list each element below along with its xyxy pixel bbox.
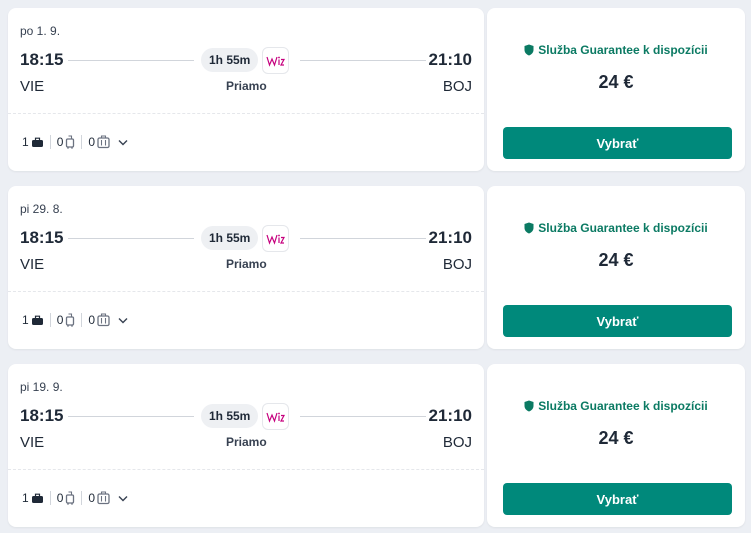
flight-date: po 1. 9. — [20, 24, 61, 38]
cabin-bag-icon — [66, 491, 75, 505]
personal-item: 1 — [22, 313, 44, 327]
price: 24 € — [598, 72, 634, 92]
guarantee-text: Služba Guarantee k dispozícii — [538, 221, 708, 235]
chevron-down-icon[interactable] — [118, 317, 128, 324]
baggage-separator — [49, 313, 51, 327]
wizzair-logo-icon — [262, 225, 289, 252]
route-line — [300, 416, 426, 417]
route-line — [68, 60, 194, 61]
departure-airport: VIE — [20, 78, 45, 95]
baggage-summary[interactable]: 1 0 0 — [22, 488, 128, 508]
baggage-summary[interactable]: 1 0 0 — [22, 132, 128, 152]
departure-time: 18:15 — [20, 228, 64, 247]
select-button[interactable]: Vybrať — [503, 483, 732, 515]
checked-bag: 0 — [88, 135, 110, 149]
cabin-bag-icon — [66, 313, 75, 327]
route-line — [300, 238, 426, 239]
route-line — [68, 238, 194, 239]
card-divider — [8, 113, 484, 114]
select-button[interactable]: Vybrať — [503, 305, 732, 337]
cabin-bag-icon — [66, 135, 75, 149]
flight-date: pi 29. 8. — [20, 202, 63, 216]
checked-bag-icon — [97, 313, 110, 327]
personal-item-count: 1 — [22, 313, 29, 327]
departure-time: 18:15 — [20, 50, 64, 69]
shield-icon — [524, 400, 534, 412]
card-divider — [8, 291, 484, 292]
guarantee-text: Služba Guarantee k dispozícii — [538, 43, 708, 57]
arrival-airport: BOJ — [442, 434, 472, 451]
itinerary-panel[interactable]: pi 19. 9. 18:15 1h 55m 21:10 VIE Priamo … — [8, 364, 484, 527]
guarantee-badge: Služba Guarantee k dispozícii — [487, 399, 745, 413]
flight-date: pi 19. 9. — [20, 380, 63, 394]
baggage-separator — [49, 135, 51, 149]
personal-item-icon — [31, 315, 43, 325]
stops-label: Priamo — [226, 435, 267, 449]
select-button[interactable]: Vybrať — [503, 127, 732, 159]
route-line — [68, 416, 194, 417]
cabin-bag: 0 — [57, 491, 76, 505]
guarantee-badge: Služba Guarantee k dispozícii — [487, 221, 745, 235]
price-panel: Služba Guarantee k dispozícii 24 € Vybra… — [487, 186, 745, 349]
checked-bag-icon — [97, 135, 110, 149]
duration-badge: 1h 55m — [201, 48, 259, 72]
checked-bag-count: 0 — [88, 135, 96, 149]
personal-item-count: 1 — [22, 135, 29, 149]
arrival-time: 21:10 — [428, 406, 472, 425]
cabin-bag-count: 0 — [56, 491, 64, 505]
price-panel: Služba Guarantee k dispozícii 24 € Vybra… — [487, 364, 745, 527]
stops-label: Priamo — [226, 79, 267, 93]
flight-results-list: po 1. 9. 18:15 1h 55m 21:10 VIE Priamo B… — [0, 0, 751, 533]
guarantee-text: Služba Guarantee k dispozícii — [538, 399, 708, 413]
wizzair-logo-icon — [262, 403, 289, 430]
card-divider — [8, 469, 484, 470]
arrival-airport: BOJ — [442, 256, 472, 273]
baggage-separator — [49, 491, 51, 505]
personal-item-count: 1 — [22, 491, 29, 505]
itinerary-panel[interactable]: po 1. 9. 18:15 1h 55m 21:10 VIE Priamo B… — [8, 8, 484, 171]
flight-card[interactable]: po 1. 9. 18:15 1h 55m 21:10 VIE Priamo B… — [8, 8, 745, 171]
price: 24 € — [598, 428, 634, 448]
checked-bag: 0 — [88, 491, 110, 505]
baggage-separator — [81, 135, 83, 149]
flight-card[interactable]: pi 19. 9. 18:15 1h 55m 21:10 VIE Priamo … — [8, 364, 745, 527]
cabin-bag-count: 0 — [56, 313, 64, 327]
baggage-separator — [81, 491, 83, 505]
cabin-bag-count: 0 — [56, 135, 64, 149]
duration-badge: 1h 55m — [201, 404, 259, 428]
arrival-airport: BOJ — [442, 78, 472, 95]
departure-time: 18:15 — [20, 406, 64, 425]
stops-label: Priamo — [226, 257, 267, 271]
price: 24 € — [598, 250, 634, 270]
checked-bag-count: 0 — [88, 313, 96, 327]
cabin-bag: 0 — [57, 313, 76, 327]
guarantee-badge: Služba Guarantee k dispozícii — [487, 43, 745, 57]
price-panel: Služba Guarantee k dispozícii 24 € Vybra… — [487, 8, 745, 171]
shield-icon — [524, 44, 534, 56]
arrival-time: 21:10 — [428, 50, 472, 69]
arrival-time: 21:10 — [428, 228, 472, 247]
cabin-bag: 0 — [57, 135, 76, 149]
checked-bag-count: 0 — [88, 491, 96, 505]
duration-badge: 1h 55m — [201, 226, 259, 250]
chevron-down-icon[interactable] — [118, 495, 128, 502]
departure-airport: VIE — [20, 434, 45, 451]
baggage-summary[interactable]: 1 0 0 — [22, 310, 128, 330]
shield-icon — [524, 222, 534, 234]
itinerary-panel[interactable]: pi 29. 8. 18:15 1h 55m 21:10 VIE Priamo … — [8, 186, 484, 349]
baggage-separator — [81, 313, 83, 327]
checked-bag: 0 — [88, 313, 110, 327]
personal-item-icon — [31, 137, 43, 147]
wizzair-logo-icon — [262, 47, 289, 74]
checked-bag-icon — [97, 491, 110, 505]
departure-airport: VIE — [20, 256, 45, 273]
personal-item-icon — [31, 493, 43, 503]
chevron-down-icon[interactable] — [118, 139, 128, 146]
personal-item: 1 — [22, 491, 44, 505]
personal-item: 1 — [22, 135, 44, 149]
route-line — [300, 60, 426, 61]
flight-card[interactable]: pi 29. 8. 18:15 1h 55m 21:10 VIE Priamo … — [8, 186, 745, 349]
